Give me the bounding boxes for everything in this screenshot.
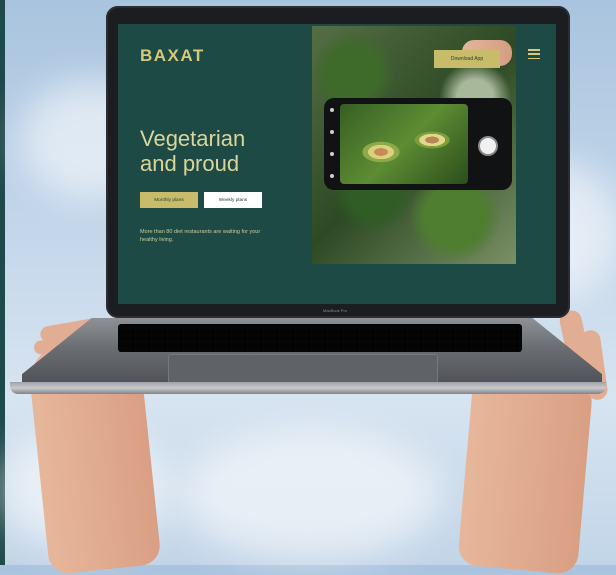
camera-controls (328, 108, 336, 178)
hero-tagline: More than 80 diet restaurants are waitin… (140, 229, 261, 243)
site-logo[interactable]: BAXAT (140, 46, 205, 66)
laptop-model-label: MacBook Pro (322, 308, 347, 313)
laptop-keyboard (118, 324, 522, 352)
laptop-base-front (10, 382, 606, 394)
camera-control-icon (330, 108, 334, 112)
download-app-button[interactable]: Download App (434, 50, 500, 68)
shutter-icon (478, 136, 498, 156)
headline-line-1: Vegetarian (140, 126, 246, 151)
weekly-plans-button[interactable]: Weekly plans (204, 192, 262, 208)
camera-control-icon (330, 152, 334, 156)
phone-in-photo (324, 98, 512, 190)
phone-camera-view (340, 104, 468, 184)
hamburger-menu-icon[interactable] (528, 49, 540, 59)
website-screen: BAXAT Vegetarian and proud Monthly plans… (118, 24, 556, 304)
headline-line-2: and proud (140, 151, 240, 176)
cloud (180, 430, 440, 560)
hero-headline: Vegetarian and proud (140, 126, 310, 176)
monthly-plans-button[interactable]: Monthly plans (140, 192, 198, 208)
camera-control-icon (330, 174, 334, 178)
camera-control-icon (330, 130, 334, 134)
